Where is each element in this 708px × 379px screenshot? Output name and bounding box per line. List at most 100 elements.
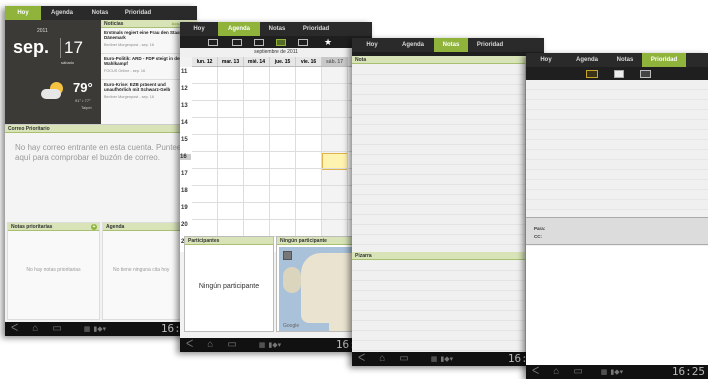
favorite-star-icon[interactable]: ★ <box>324 37 332 47</box>
add-note-icon[interactable]: + <box>91 224 97 230</box>
date-weather-panel: 2011 sep. 17 sábado 79° 91° • 77° Taipei <box>5 20 101 124</box>
back-icon[interactable]: ᐸ <box>358 354 365 364</box>
tab-agenda[interactable]: Agenda <box>218 22 260 36</box>
priority-content[interactable] <box>526 80 708 217</box>
status-icons: ▮◆▾ <box>268 342 282 349</box>
day-header[interactable]: vie. 16 <box>296 57 322 66</box>
month-label: sep. <box>13 37 50 57</box>
tab-hoy[interactable]: Hoy <box>180 22 218 36</box>
system-bar: ᐸ ⌂ ▭ ▦ ▮◆▾ 16:24 <box>352 352 544 366</box>
priority-toolbar <box>526 67 708 80</box>
city-label: Taipei <box>81 105 92 110</box>
to-field-label[interactable]: Para: <box>534 226 545 231</box>
participants-header: Participantes <box>185 237 273 245</box>
cc-field-label[interactable]: CC: <box>534 234 542 239</box>
screen-agenda: Hoy Agenda Notas Prioridad ★ septiembre … <box>180 22 372 352</box>
hour-label: 17 <box>181 171 188 177</box>
tab-bar: Hoy Agenda Notas Prioridad <box>5 6 197 20</box>
note-panel[interactable]: Nota <box>352 56 526 252</box>
back-icon[interactable]: ᐸ <box>532 367 539 377</box>
priority-mail-panel[interactable]: Correo Prioritario No hay correo entrant… <box>5 124 197 222</box>
tab-prioridad[interactable]: Prioridad <box>294 22 338 36</box>
screen-notas: Hoy Agenda Notas Prioridad Nota Pizarra … <box>352 38 544 366</box>
calendar-week-icon[interactable] <box>232 38 242 46</box>
tab-prioridad[interactable]: Prioridad <box>642 53 686 67</box>
tab-agenda[interactable]: Agenda <box>566 53 608 67</box>
hour-label: 19 <box>181 205 188 211</box>
calendar-icon[interactable] <box>640 69 651 78</box>
day-header-today[interactable]: sáb. 17 <box>322 57 348 66</box>
note-lines[interactable] <box>352 65 525 252</box>
mail-empty-text[interactable]: No hay correo entrante en esta cuenta. P… <box>5 133 197 163</box>
tab-notas[interactable]: Notas <box>83 6 117 20</box>
keyboard-icon: ▦ <box>430 356 438 363</box>
grid-lines <box>192 67 372 252</box>
tab-agenda[interactable]: Agenda <box>392 38 434 52</box>
home-icon[interactable]: ⌂ <box>379 354 385 364</box>
zoom-control-icon[interactable] <box>283 251 292 260</box>
board-lines[interactable] <box>352 261 525 352</box>
notes-header: Notas prioritarias + <box>8 223 99 231</box>
priority-notes-panel[interactable]: Notas prioritarias + No hay notas priori… <box>7 222 100 320</box>
tab-prioridad[interactable]: Prioridad <box>468 38 512 52</box>
home-icon[interactable]: ⌂ <box>207 340 213 350</box>
map-land <box>283 267 301 293</box>
tab-hoy[interactable]: Hoy <box>5 6 41 20</box>
weekday-label: sábado <box>61 60 75 65</box>
recent-apps-icon[interactable]: ▭ <box>52 324 61 334</box>
recent-apps-icon[interactable]: ▭ <box>573 367 582 377</box>
week-day-header: lun. 12 mar. 13 mié. 14 jue. 15 vie. 16 … <box>192 57 372 67</box>
hour-label: 11 <box>181 69 188 75</box>
keyboard-icon: ▦ <box>258 342 266 349</box>
tab-hoy[interactable]: Hoy <box>352 38 392 52</box>
calendar-day-icon[interactable] <box>208 38 218 46</box>
month-title: septiembre de 2011 <box>180 48 372 57</box>
board-panel[interactable]: Pizarra <box>352 252 526 352</box>
day-number: 17 <box>60 38 83 58</box>
mail-compose-fields: Para: CC: <box>526 217 708 245</box>
back-icon[interactable]: ᐸ <box>11 324 18 334</box>
tab-notas[interactable]: Notas <box>608 53 642 67</box>
keyboard-icon: ▦ <box>83 326 91 333</box>
status-icons: ▮◆▾ <box>93 326 107 333</box>
recent-apps-icon[interactable]: ▭ <box>399 354 408 364</box>
tab-hoy[interactable]: Hoy <box>526 53 566 67</box>
status-icons: ▮◆▾ <box>440 356 454 363</box>
participants-empty-text: Ningún participante <box>198 283 260 290</box>
system-bar: ᐸ ⌂ ▭ ▦ ▮◆▾ 16:25 <box>526 365 708 379</box>
keyboard-icon: ▦ <box>600 369 608 376</box>
day-header[interactable]: mié. 14 <box>244 57 270 66</box>
mail-body[interactable] <box>526 246 708 365</box>
day-header[interactable]: lun. 12 <box>192 57 218 66</box>
home-icon[interactable]: ⌂ <box>32 324 38 334</box>
tab-prioridad[interactable]: Prioridad <box>117 6 159 20</box>
calendar-workweek-icon[interactable] <box>254 38 264 46</box>
mail-header[interactable]: Correo Prioritario <box>5 125 197 133</box>
note-icon[interactable] <box>614 69 624 78</box>
hour-label: 14 <box>181 120 188 126</box>
screen-hoy: Hoy Agenda Notas Prioridad 2011 sep. 17 … <box>5 6 197 336</box>
weather-icon <box>41 82 67 100</box>
system-bar: ᐸ ⌂ ▭ ▦ ▮◆▾ 16:24 <box>180 338 372 352</box>
participants-panel[interactable]: Participantes Ningún participante <box>184 236 274 332</box>
hour-grid[interactable]: 11 12 13 14 15 16 17 18 19 20 21 <box>180 67 372 252</box>
calendar-month-icon[interactable] <box>276 38 286 46</box>
recent-apps-icon[interactable]: ▭ <box>227 340 236 350</box>
home-icon[interactable]: ⌂ <box>553 367 559 377</box>
day-header[interactable]: jue. 15 <box>270 57 296 66</box>
tab-notas[interactable]: Notas <box>434 38 468 52</box>
tab-agenda[interactable]: Agenda <box>41 6 83 20</box>
notes-header-label: Notas prioritarias <box>11 224 53 230</box>
screen-prioridad: Hoy Agenda Notas Prioridad Para: CC: ᐸ ⌂… <box>526 53 708 379</box>
hour-label: 20 <box>181 222 188 228</box>
mail-icon[interactable] <box>586 69 598 78</box>
calendar-list-icon[interactable] <box>298 38 308 46</box>
temperature: 79° <box>73 80 93 95</box>
day-header[interactable]: mar. 13 <box>218 57 244 66</box>
board-header: Pizarra <box>352 252 525 260</box>
year-label: 2011 <box>37 28 48 34</box>
news-header-label: Noticias <box>104 21 124 27</box>
hour-label: 15 <box>181 137 188 143</box>
tab-notas[interactable]: Notas <box>260 22 294 36</box>
back-icon[interactable]: ᐸ <box>186 340 193 350</box>
